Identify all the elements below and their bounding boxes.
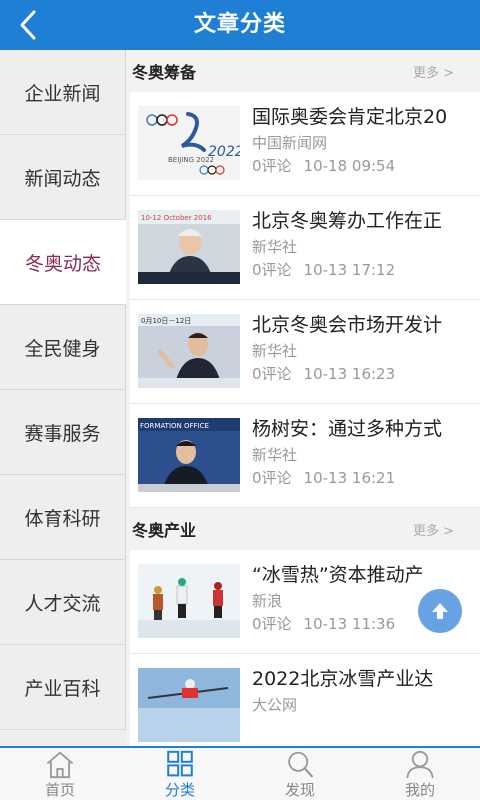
section-title: 冬奥产业 bbox=[132, 521, 197, 540]
sidebar-item-label: 赛事服务 bbox=[24, 422, 101, 445]
tab-label: 首页 bbox=[44, 781, 75, 799]
thumbnail-caption: 10-12 October 2016 bbox=[141, 214, 212, 222]
article-title: 北京冬奥会市场开发计 bbox=[252, 314, 443, 336]
section-title: 冬奥筹备 bbox=[132, 63, 197, 82]
sidebar-item-label: 体育科研 bbox=[24, 507, 101, 530]
comment-count: 0评论 bbox=[252, 615, 292, 633]
category-sidebar: 企业新闻 新闻动态 冬奥动态 全民健身 赛事服务 体育科研 人才交流 产业百科 bbox=[0, 50, 126, 746]
more-link[interactable]: 更多 > bbox=[413, 520, 454, 539]
sidebar-item-winter-olympics[interactable]: 冬奥动态 bbox=[0, 220, 126, 305]
article-card[interactable]: FORMATION OFFICE 杨树安：通过多种方式 新华社 0评论 10-13… bbox=[130, 404, 480, 508]
comment-count: 0评论 bbox=[252, 365, 292, 383]
article-thumbnail: FORMATION OFFICE bbox=[138, 418, 240, 492]
article-meta: 0评论 10-18 09:54 bbox=[252, 155, 395, 176]
sidebar-item-label: 冬奥动态 bbox=[24, 252, 101, 275]
article-source: 大公网 bbox=[252, 696, 298, 714]
sidebar-item-label: 全民健身 bbox=[24, 337, 101, 360]
sidebar-item-label: 人才交流 bbox=[24, 592, 101, 615]
thumbnail-caption: 0月10日－12日 bbox=[141, 317, 191, 325]
sidebar-item-sports-research[interactable]: 体育科研 bbox=[0, 475, 126, 560]
search-icon bbox=[288, 751, 313, 778]
tab-label: 我的 bbox=[404, 781, 435, 799]
article-card[interactable]: BEIJING 2022 2022 国际奥委会肯定北京20 中国新闻网 0评论 1… bbox=[130, 92, 480, 196]
tab-label: 发现 bbox=[284, 781, 315, 799]
sidebar-item-news-updates[interactable]: 新闻动态 bbox=[0, 135, 126, 220]
article-thumbnail bbox=[138, 564, 240, 638]
more-link[interactable]: 更多 > bbox=[413, 62, 454, 81]
article-time: 10-18 09:54 bbox=[303, 157, 396, 175]
article-time: 10-13 11:36 bbox=[303, 615, 396, 633]
article-time: 10-13 17:12 bbox=[303, 261, 396, 279]
grid-icon bbox=[167, 750, 193, 777]
article-card[interactable]: 2022北京冰雪产业达 大公网 bbox=[130, 654, 480, 746]
arrow-up-icon bbox=[432, 603, 448, 619]
article-meta: 0评论 10-13 16:21 bbox=[252, 467, 395, 488]
bottom-tab-bar: 首页 分类 发现 我的 bbox=[0, 746, 480, 800]
article-time: 10-13 16:21 bbox=[303, 469, 396, 487]
article-thumbnail: 10-12 October 2016 bbox=[138, 210, 240, 284]
article-source: 中国新闻网 bbox=[252, 134, 328, 152]
speaker-photo: 0月10日－12日 bbox=[138, 314, 240, 388]
article-list: 冬奥筹备 更多 > BEIJING 2022 2022 国际奥委会肯定北京20 … bbox=[126, 50, 480, 746]
article-meta: 0评论 10-13 11:36 bbox=[252, 613, 395, 634]
press-conference-photo: 10-12 October 2016 bbox=[138, 210, 240, 284]
user-icon bbox=[406, 750, 434, 779]
article-title: 国际奥委会肯定北京20 bbox=[252, 106, 448, 128]
article-source: 新华社 bbox=[252, 342, 298, 360]
article-thumbnail: 0月10日－12日 bbox=[138, 314, 240, 388]
article-time: 10-13 16:23 bbox=[303, 365, 396, 383]
article-meta: 0评论 10-13 16:23 bbox=[252, 363, 395, 384]
comment-count: 0评论 bbox=[252, 261, 292, 279]
comment-count: 0评论 bbox=[252, 469, 292, 487]
home-icon bbox=[46, 751, 74, 779]
sidebar-item-label: 企业新闻 bbox=[24, 82, 101, 105]
article-title: 杨树安：通过多种方式 bbox=[252, 418, 443, 440]
section-header: 冬奥筹备 更多 > bbox=[126, 50, 480, 92]
sidebar-item-fitness[interactable]: 全民健身 bbox=[0, 305, 126, 390]
scroll-to-top-button[interactable] bbox=[418, 589, 462, 633]
tab-category[interactable]: 分类 bbox=[120, 748, 240, 800]
sidebar-item-label: 新闻动态 bbox=[24, 167, 101, 190]
article-source: 新华社 bbox=[252, 238, 298, 256]
article-title: 2022北京冰雪产业达 bbox=[252, 668, 434, 690]
article-source: 新华社 bbox=[252, 446, 298, 464]
sidebar-item-event-services[interactable]: 赛事服务 bbox=[0, 390, 126, 475]
ski-jump-photo bbox=[138, 668, 240, 742]
comment-count: 0评论 bbox=[252, 157, 292, 175]
tab-profile[interactable]: 我的 bbox=[360, 748, 480, 800]
article-thumbnail bbox=[138, 668, 240, 742]
article-thumbnail: BEIJING 2022 2022 bbox=[138, 106, 240, 180]
sidebar-item-talent-exchange[interactable]: 人才交流 bbox=[0, 560, 126, 645]
article-source: 新浪 bbox=[252, 592, 283, 610]
official-photo: FORMATION OFFICE bbox=[138, 418, 240, 492]
svg-text:2022: 2022 bbox=[208, 144, 240, 160]
tab-home[interactable]: 首页 bbox=[0, 748, 120, 800]
sidebar-item-label: 产业百科 bbox=[24, 677, 101, 700]
article-meta: 0评论 10-13 17:12 bbox=[252, 259, 395, 280]
skiers-photo bbox=[138, 564, 240, 638]
top-bar: 文章分类 bbox=[0, 0, 480, 50]
article-card[interactable]: 0月10日－12日 北京冬奥会市场开发计 新华社 0评论 10-13 16:23 bbox=[130, 300, 480, 404]
article-title: “冰雪热”资本推动产 bbox=[252, 564, 424, 586]
section-header: 冬奥产业 更多 > bbox=[126, 508, 480, 550]
sidebar-item-industry-wiki[interactable]: 产业百科 bbox=[0, 645, 126, 730]
article-title: 北京冬奥筹办工作在正 bbox=[252, 210, 443, 232]
sidebar-item-enterprise-news[interactable]: 企业新闻 bbox=[0, 50, 126, 135]
tab-discover[interactable]: 发现 bbox=[240, 748, 360, 800]
thumbnail-caption: FORMATION OFFICE bbox=[140, 422, 209, 430]
beijing-2022-logo-image: BEIJING 2022 2022 bbox=[138, 106, 240, 180]
page-title: 文章分类 bbox=[193, 12, 286, 37]
tab-label: 分类 bbox=[164, 781, 195, 799]
article-meta bbox=[252, 717, 264, 735]
article-card[interactable]: 10-12 October 2016 北京冬奥筹办工作在正 新华社 0评论 10-… bbox=[130, 196, 480, 300]
